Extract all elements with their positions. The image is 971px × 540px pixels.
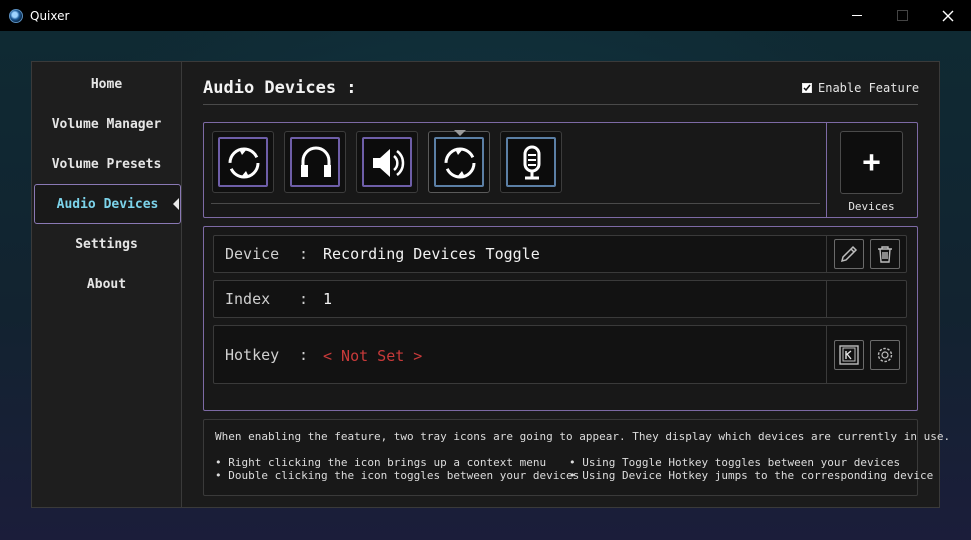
speaker-icon	[373, 149, 405, 177]
sidebar-item-settings[interactable]: Settings	[32, 224, 181, 264]
hotkey-value[interactable]: < Not Set >	[323, 347, 422, 365]
hotkey-settings-button[interactable]	[870, 340, 900, 370]
enable-feature-toggle[interactable]: Enable Feature	[802, 81, 919, 95]
active-nav-indicator-icon	[173, 198, 179, 210]
device-label: Device	[225, 245, 280, 263]
trash-icon	[878, 246, 892, 263]
app-logo-icon	[9, 8, 23, 23]
info-bullet-right-1: • Using Toggle Hotkey toggles between yo…	[569, 456, 901, 469]
device-row: Device : Recording Devices Toggle	[213, 235, 907, 273]
add-device-label: Devices	[848, 200, 895, 213]
edit-device-button[interactable]	[834, 239, 864, 269]
maximize-button[interactable]	[879, 0, 925, 31]
hotkey-colon: :	[299, 346, 309, 364]
hotkey-label: Hotkey	[225, 346, 280, 364]
device-name-value: Recording Devices Toggle	[323, 245, 540, 263]
info-bullet-right-2: • Using Device Hotkey jumps to the corre…	[569, 469, 934, 482]
minimize-icon	[852, 15, 862, 16]
enable-feature-checkbox[interactable]	[802, 83, 812, 93]
index-row: Index : 1	[213, 280, 907, 318]
page-title: Audio Devices :	[203, 78, 357, 98]
strip-divider	[211, 203, 820, 204]
delete-device-button[interactable]	[870, 239, 900, 269]
device-slot-1[interactable]	[212, 131, 274, 193]
info-bullet-left-1: • Right clicking the icon brings up a co…	[215, 456, 547, 469]
device-slot-2[interactable]	[284, 131, 346, 193]
device-slot-4[interactable]	[428, 131, 490, 193]
selected-device-caret-icon	[454, 130, 466, 136]
checkmark-icon	[803, 84, 811, 92]
device-slot-5[interactable]	[500, 131, 562, 193]
playback-toggle-icon	[228, 147, 260, 179]
strip-vertical-divider	[826, 123, 827, 217]
minimize-button[interactable]	[834, 0, 880, 31]
sidebar-item-about[interactable]: About	[32, 264, 181, 304]
close-button[interactable]	[925, 0, 971, 31]
maximize-icon	[896, 10, 908, 21]
pencil-icon	[840, 245, 858, 263]
add-device-button[interactable]: +	[840, 131, 903, 194]
device-colon: :	[299, 245, 309, 263]
gear-icon	[877, 347, 893, 363]
sidebar-item-home[interactable]: Home	[32, 64, 181, 104]
sidebar-item-volume-manager[interactable]: Volume Manager	[32, 104, 181, 144]
app-title: Quixer	[30, 8, 70, 23]
sidebar-item-audio-devices[interactable]: Audio Devices	[34, 184, 181, 224]
enable-feature-label: Enable Feature	[818, 81, 920, 95]
index-value: 1	[323, 290, 333, 308]
recording-toggle-icon	[444, 147, 476, 179]
sidebar-item-volume-presets[interactable]: Volume Presets	[32, 144, 181, 184]
microphone-icon	[523, 145, 541, 180]
index-label: Index	[225, 290, 271, 308]
set-hotkey-button[interactable]	[834, 340, 864, 370]
close-icon	[942, 10, 954, 21]
info-bullet-left-2: • Double clicking the icon toggles betwe…	[215, 469, 580, 482]
keyboard-key-icon	[839, 345, 859, 365]
index-colon: :	[299, 290, 309, 308]
device-slot-3[interactable]	[356, 131, 418, 193]
headphones-icon	[301, 146, 331, 177]
hotkey-row: Hotkey : < Not Set >	[213, 325, 907, 384]
title-divider	[203, 104, 918, 105]
title-bar: Quixer	[0, 0, 971, 31]
info-intro-text: When enabling the feature, two tray icon…	[215, 430, 951, 443]
